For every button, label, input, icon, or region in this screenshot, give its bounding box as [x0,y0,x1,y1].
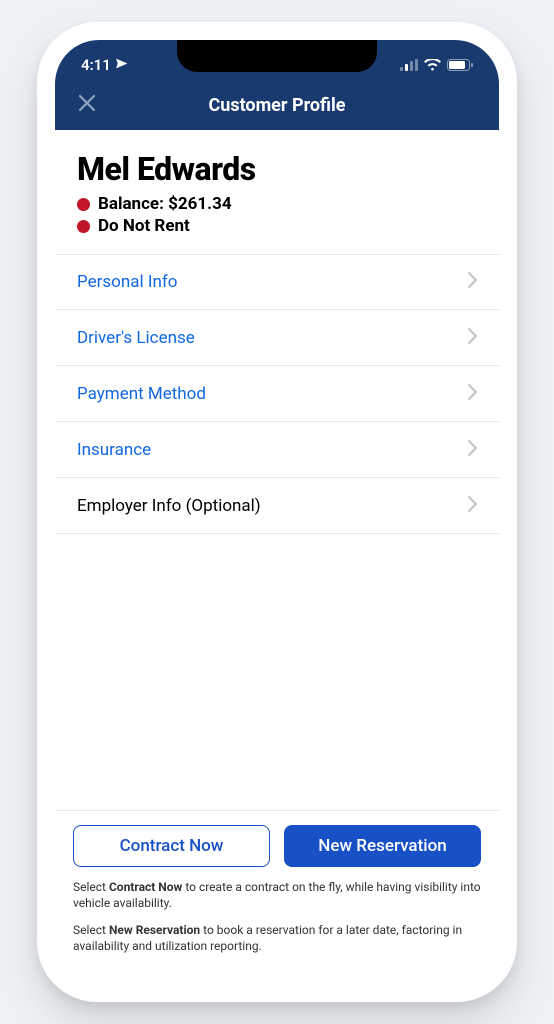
nav-bar: Customer Profile [55,80,499,130]
alert-dot-icon [77,198,90,211]
row-personal-info[interactable]: Personal Info [55,254,499,310]
balance-flag: Balance: $261.34 [77,194,477,214]
phone-frame: 4:11 [37,22,517,1002]
row-label: Personal Info [77,272,177,292]
profile-header: Mel Edwards Balance: $261.34 Do Not Rent [55,130,499,244]
button-label: Contract Now [120,836,224,856]
status-bar-left: 4:11 [81,56,128,74]
chevron-right-icon [468,384,477,404]
status-time: 4:11 [81,56,111,74]
content: Mel Edwards Balance: $261.34 Do Not Rent… [55,130,499,984]
hint-contract-now: Select Contract Now to create a contract… [73,879,481,911]
contract-now-button[interactable]: Contract Now [73,825,270,867]
customer-name: Mel Edwards [77,150,477,188]
close-button[interactable] [73,91,101,119]
row-label: Employer Info (Optional) [77,496,261,516]
footer: Contract Now New Reservation Select Cont… [55,810,499,984]
chevron-right-icon [468,440,477,460]
spacer [55,534,499,810]
chevron-right-icon [468,328,477,348]
close-icon [77,93,97,117]
button-label: New Reservation [318,836,446,856]
alert-dot-icon [77,220,90,233]
page-title: Customer Profile [208,95,345,116]
do-not-rent-text: Do Not Rent [98,216,190,236]
chevron-right-icon [468,272,477,292]
new-reservation-button[interactable]: New Reservation [284,825,481,867]
battery-icon [447,59,473,71]
do-not-rent-flag: Do Not Rent [77,216,477,236]
row-label: Insurance [77,440,151,460]
screen: 4:11 [55,40,499,984]
button-row: Contract Now New Reservation [73,825,481,867]
wifi-icon [424,59,441,71]
status-bar-right [400,59,473,71]
notch [177,40,377,72]
row-label: Payment Method [77,384,206,404]
row-payment-method[interactable]: Payment Method [55,366,499,422]
row-employer-info[interactable]: Employer Info (Optional) [55,478,499,534]
row-drivers-license[interactable]: Driver's License [55,310,499,366]
hint-new-reservation: Select New Reservation to book a reserva… [73,922,481,954]
row-insurance[interactable]: Insurance [55,422,499,478]
location-icon [115,56,128,74]
balance-text: Balance: $261.34 [98,194,232,214]
row-label: Driver's License [77,328,195,348]
section-list: Personal Info Driver's License Payment M… [55,254,499,534]
signal-icon [400,59,418,71]
chevron-right-icon [468,496,477,516]
